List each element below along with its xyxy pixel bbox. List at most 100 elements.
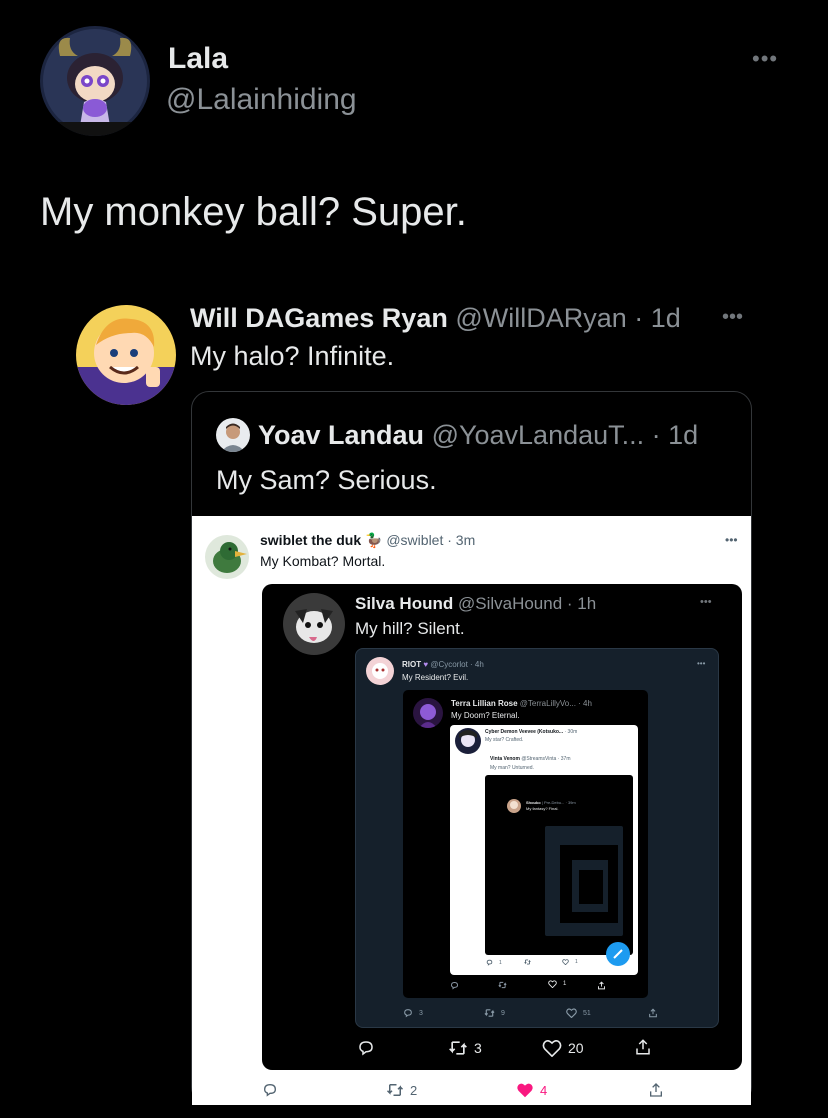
quote-author-handle[interactable]: @YoavLandauT... · 1d bbox=[432, 420, 699, 450]
shot2-retweet-action: 3 bbox=[448, 1039, 482, 1057]
cyber-time: · 30m bbox=[564, 729, 578, 735]
like-count: 1 bbox=[575, 959, 578, 965]
main-tweet-text: My monkey ball? Super. bbox=[40, 190, 467, 234]
cyber-header: Cyber Demon Veevee (Kotsuko... · 30m bbox=[485, 729, 577, 735]
share-icon bbox=[650, 1083, 662, 1097]
feather-icon bbox=[613, 949, 623, 959]
terra-name: Terra Lillian Rose bbox=[451, 699, 518, 708]
vinta-name: Vinta Venom bbox=[490, 756, 520, 762]
shot3-reply-action: 3 bbox=[403, 1008, 423, 1018]
heart-icon bbox=[542, 1040, 562, 1057]
shot3-retweet-action: 9 bbox=[484, 1008, 505, 1018]
shot1-reply-action bbox=[262, 1082, 278, 1098]
share-icon bbox=[598, 981, 605, 990]
like-count: 51 bbox=[583, 1009, 591, 1017]
shot5-like-action: 1 bbox=[562, 959, 578, 965]
share-icon bbox=[649, 1008, 657, 1018]
swiblet-header: swiblet the duk 🦆 @swiblet · 3m bbox=[260, 532, 475, 549]
cyber-name: Cyber Demon Veevee (Kotsuko... bbox=[485, 729, 564, 735]
reply-text: My halo? Infinite. bbox=[190, 341, 395, 371]
quote-header: Yoav Landau @YoavLandauT... · 1d bbox=[258, 420, 698, 451]
swiblet-more-icon: ••• bbox=[725, 533, 738, 547]
heart-icon bbox=[548, 980, 557, 988]
like-count: 4 bbox=[540, 1082, 548, 1098]
shot4-reply-action bbox=[450, 981, 459, 990]
terra-header: Terra Lillian Rose @TerraLillyVo... · 4h bbox=[451, 699, 592, 708]
reply-count: 1 bbox=[499, 959, 502, 966]
more-options-icon[interactable]: ••• bbox=[752, 46, 778, 72]
reply-author-name[interactable]: Will DAGames Ryan bbox=[190, 303, 448, 333]
heart-icon bbox=[562, 959, 569, 965]
reply-author-handle[interactable]: @WillDARyan · 1d bbox=[455, 303, 680, 333]
shot3-like-action: 51 bbox=[566, 1008, 591, 1018]
silva-header: Silva Hound @SilvaHound · 1h bbox=[355, 594, 596, 614]
quote-avatar[interactable] bbox=[216, 418, 250, 452]
nested-screenshot-level11 bbox=[579, 870, 603, 904]
shouko-avatar bbox=[507, 799, 521, 813]
shot1-retweet-action: 2 bbox=[386, 1082, 417, 1098]
retweet-icon bbox=[524, 959, 531, 965]
retweet-count: 2 bbox=[410, 1082, 418, 1098]
retweet-count: 9 bbox=[501, 1009, 505, 1017]
heart-icon bbox=[566, 1008, 577, 1018]
shot4-share-action bbox=[597, 981, 606, 990]
swiblet-name: swiblet the duk bbox=[260, 532, 362, 548]
silva-name: Silva Hound bbox=[355, 594, 454, 613]
shot4-retweet-action bbox=[498, 981, 507, 989]
riot-more-icon: ••• bbox=[697, 659, 706, 668]
main-author-name[interactable]: Lala bbox=[168, 42, 228, 76]
reply-icon bbox=[359, 1041, 373, 1056]
shot1-share-action bbox=[648, 1082, 664, 1098]
vinta-text: My man? Unturned. bbox=[490, 765, 534, 771]
reply-more-icon[interactable]: ••• bbox=[722, 306, 743, 329]
vinta-handle: @StreamsVinta · 37m bbox=[521, 756, 571, 762]
retweet-icon bbox=[484, 1009, 495, 1017]
quote-author-name[interactable]: Yoav Landau bbox=[258, 420, 424, 450]
like-count: 1 bbox=[563, 981, 567, 987]
reply-avatar[interactable] bbox=[76, 305, 176, 405]
silva-text: My hill? Silent. bbox=[355, 619, 465, 638]
riot-handle: @Cycorlot · 4h bbox=[430, 660, 484, 669]
shouko-text: My fantasy? Final. bbox=[526, 806, 559, 811]
riot-header: RIOT ♥ @Cycorlot · 4h bbox=[402, 660, 484, 669]
shot2-share-action bbox=[634, 1038, 652, 1056]
vinta-header: Vinta Venom @StreamsVinta · 37m bbox=[490, 756, 570, 762]
shouko-header: Shouko | Pre-Debu... · 39m bbox=[526, 800, 576, 805]
reply-icon bbox=[404, 1009, 412, 1018]
reply-icon bbox=[486, 959, 493, 966]
reply-count: 3 bbox=[419, 1009, 423, 1017]
retweet-icon bbox=[449, 1041, 467, 1055]
compose-tweet-button bbox=[606, 942, 630, 966]
terra-text: My Doom? Eternal. bbox=[451, 711, 520, 720]
riot-avatar bbox=[366, 657, 394, 685]
swiblet-handle: @swiblet · 3m bbox=[386, 532, 476, 548]
shot2-like-action: 20 bbox=[542, 1039, 584, 1057]
riot-text: My Resident? Evil. bbox=[402, 673, 469, 682]
retweet-count: 3 bbox=[474, 1040, 482, 1056]
main-author-handle[interactable]: @Lalainhiding bbox=[166, 83, 357, 117]
shot1-like-action: 4 bbox=[516, 1082, 547, 1098]
reply-header: Will DAGames Ryan @WillDARyan · 1d bbox=[190, 303, 681, 334]
swiblet-text: My Kombat? Mortal. bbox=[260, 553, 386, 569]
like-count: 20 bbox=[568, 1040, 584, 1056]
reply-icon bbox=[263, 1083, 277, 1097]
duck-emoji: 🦆 bbox=[365, 532, 383, 548]
silva-more-icon: ••• bbox=[700, 596, 712, 608]
shouko-handle: | Pre-Debu... · 39m bbox=[541, 800, 576, 805]
shot4-like-action: 1 bbox=[548, 980, 566, 988]
quote-text: My Sam? Serious. bbox=[216, 465, 437, 495]
share-icon bbox=[636, 1039, 650, 1055]
shot3-share-action bbox=[648, 1008, 658, 1018]
cyber-avatar bbox=[455, 728, 481, 754]
shot2-reply-action bbox=[357, 1039, 375, 1057]
main-avatar[interactable] bbox=[40, 26, 150, 136]
reply-icon bbox=[451, 982, 458, 990]
retweet-icon bbox=[498, 981, 507, 989]
cyber-text: My star? Crafted. bbox=[485, 737, 524, 743]
silva-handle: @SilvaHound · 1h bbox=[457, 594, 597, 613]
swiblet-avatar bbox=[205, 535, 249, 579]
shot5-reply-action: 1 bbox=[486, 959, 502, 966]
shot5-retweet-action bbox=[524, 959, 531, 965]
retweet-icon bbox=[386, 1084, 404, 1096]
heart-icon bbox=[517, 1083, 533, 1098]
